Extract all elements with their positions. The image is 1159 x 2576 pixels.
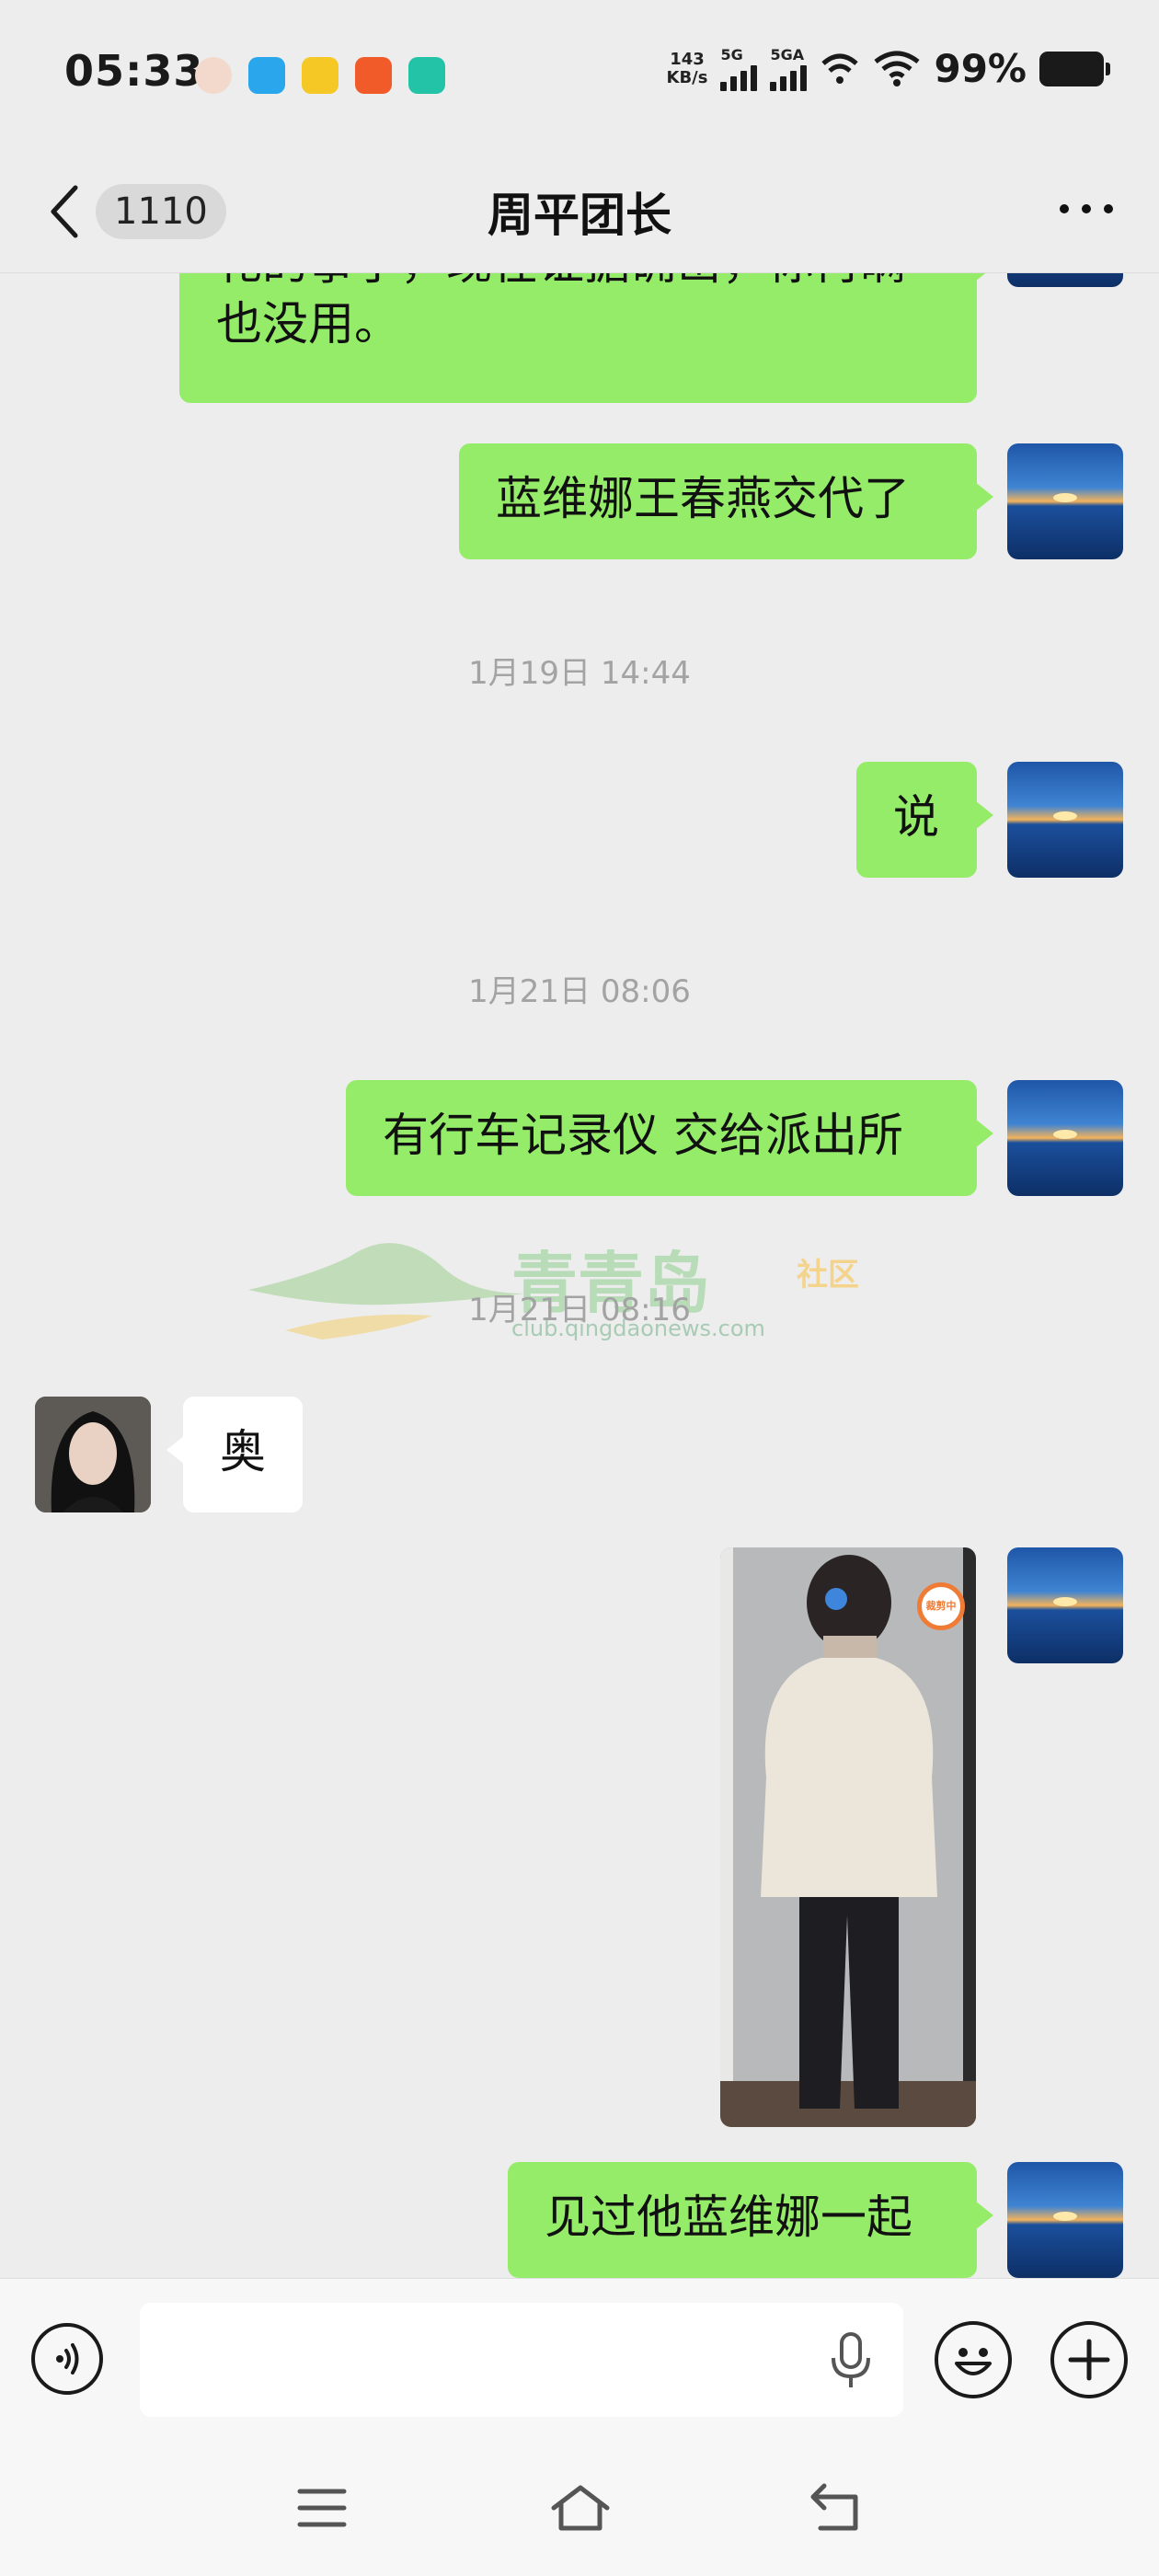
message-list[interactable]: 礼的事了，现在证据确凿，你再瞒 也没用。 蓝维娜王春燕交代了 1月19日 14:… xyxy=(0,272,1159,2278)
message-text: 见过他蓝维娜一起 xyxy=(545,2191,912,2244)
duck-app-icon xyxy=(302,57,339,94)
status-indicators: 143 KB/s 5G 5GA 99% xyxy=(666,45,1110,91)
chat-header: 1110 周平团长 xyxy=(0,156,1159,273)
network-speed-unit: KB/s xyxy=(666,67,708,87)
self-avatar[interactable] xyxy=(1007,443,1123,559)
network-speed: 143 KB/s xyxy=(666,49,708,87)
message-text: 奥 xyxy=(220,1425,266,1478)
signal-bars-icon xyxy=(770,63,808,91)
self-avatar[interactable] xyxy=(1007,2162,1123,2278)
home-icon[interactable] xyxy=(550,2482,610,2534)
messenger-app-icon xyxy=(248,57,285,94)
message-text: 礼的事了，现在证据确凿，你再瞒 xyxy=(216,272,906,293)
self-avatar[interactable] xyxy=(1007,1547,1123,1663)
message-bubble-contact[interactable]: 奥 xyxy=(166,1397,303,1512)
signal-5g-label: 5G xyxy=(720,45,743,63)
message-text: 也没用。 xyxy=(216,297,400,351)
input-bar xyxy=(0,2278,1159,2439)
message-bubble-self[interactable]: 说 xyxy=(856,762,993,878)
contact-avatar[interactable] xyxy=(35,1397,151,1512)
network-speed-value: 143 xyxy=(670,49,705,69)
message-timestamp: 1月21日 08:06 xyxy=(468,973,691,1010)
battery-percent: 99% xyxy=(934,46,1027,91)
microphone-icon[interactable] xyxy=(828,2332,874,2389)
system-navigation-bar xyxy=(0,2438,1159,2576)
wifi-icon xyxy=(873,51,921,87)
hotspot-icon xyxy=(820,51,860,87)
message-timestamp: 1月21日 08:16 xyxy=(468,1292,691,1328)
signal-5ga-label: 5GA xyxy=(770,45,805,63)
notification-icons xyxy=(195,57,445,94)
signal-5ga: 5GA xyxy=(770,45,808,91)
self-avatar[interactable] xyxy=(1007,1080,1123,1196)
message-text: 蓝维娜王春燕交代了 xyxy=(496,472,910,525)
plus-icon[interactable] xyxy=(1050,2321,1128,2398)
battery-icon xyxy=(1039,51,1110,86)
message-bubble-self[interactable]: 礼的事了，现在证据确凿，你再瞒 也没用。 xyxy=(179,272,993,403)
teal-app-icon xyxy=(408,57,445,94)
status-bar: 05:33 143 KB/s 5G 5GA 99% xyxy=(0,0,1159,156)
status-time: 05:33 xyxy=(64,46,204,96)
more-dots-icon[interactable] xyxy=(1060,204,1113,213)
message-text: 说 xyxy=(893,790,939,844)
image-badge: 裁剪中 xyxy=(917,1582,965,1630)
message-image[interactable]: 裁剪中 xyxy=(720,1547,976,2127)
message-timestamp: 1月19日 14:44 xyxy=(468,655,691,692)
self-avatar[interactable] xyxy=(1007,762,1123,878)
page-title: 周平团长 xyxy=(488,189,671,242)
message-bubble-self[interactable]: 有行车记录仪 交给派出所 xyxy=(346,1080,993,1196)
emoji-icon[interactable] xyxy=(935,2321,1012,2398)
self-avatar[interactable] xyxy=(1007,272,1123,287)
message-input[interactable] xyxy=(140,2303,903,2417)
message-bubble-self[interactable]: 见过他蓝维娜一起 xyxy=(508,2162,993,2278)
voice-icon[interactable] xyxy=(31,2323,103,2395)
kuaishou-app-icon xyxy=(355,57,392,94)
message-text: 有行车记录仪 交给派出所 xyxy=(383,1109,903,1162)
menu-icon[interactable] xyxy=(294,2482,350,2534)
signal-5g: 5G xyxy=(720,45,758,91)
avatar-app-icon xyxy=(195,57,232,94)
back-icon[interactable] xyxy=(809,2482,865,2534)
signal-bars-icon xyxy=(720,63,758,91)
message-bubble-self[interactable]: 蓝维娜王春燕交代了 xyxy=(459,443,993,559)
